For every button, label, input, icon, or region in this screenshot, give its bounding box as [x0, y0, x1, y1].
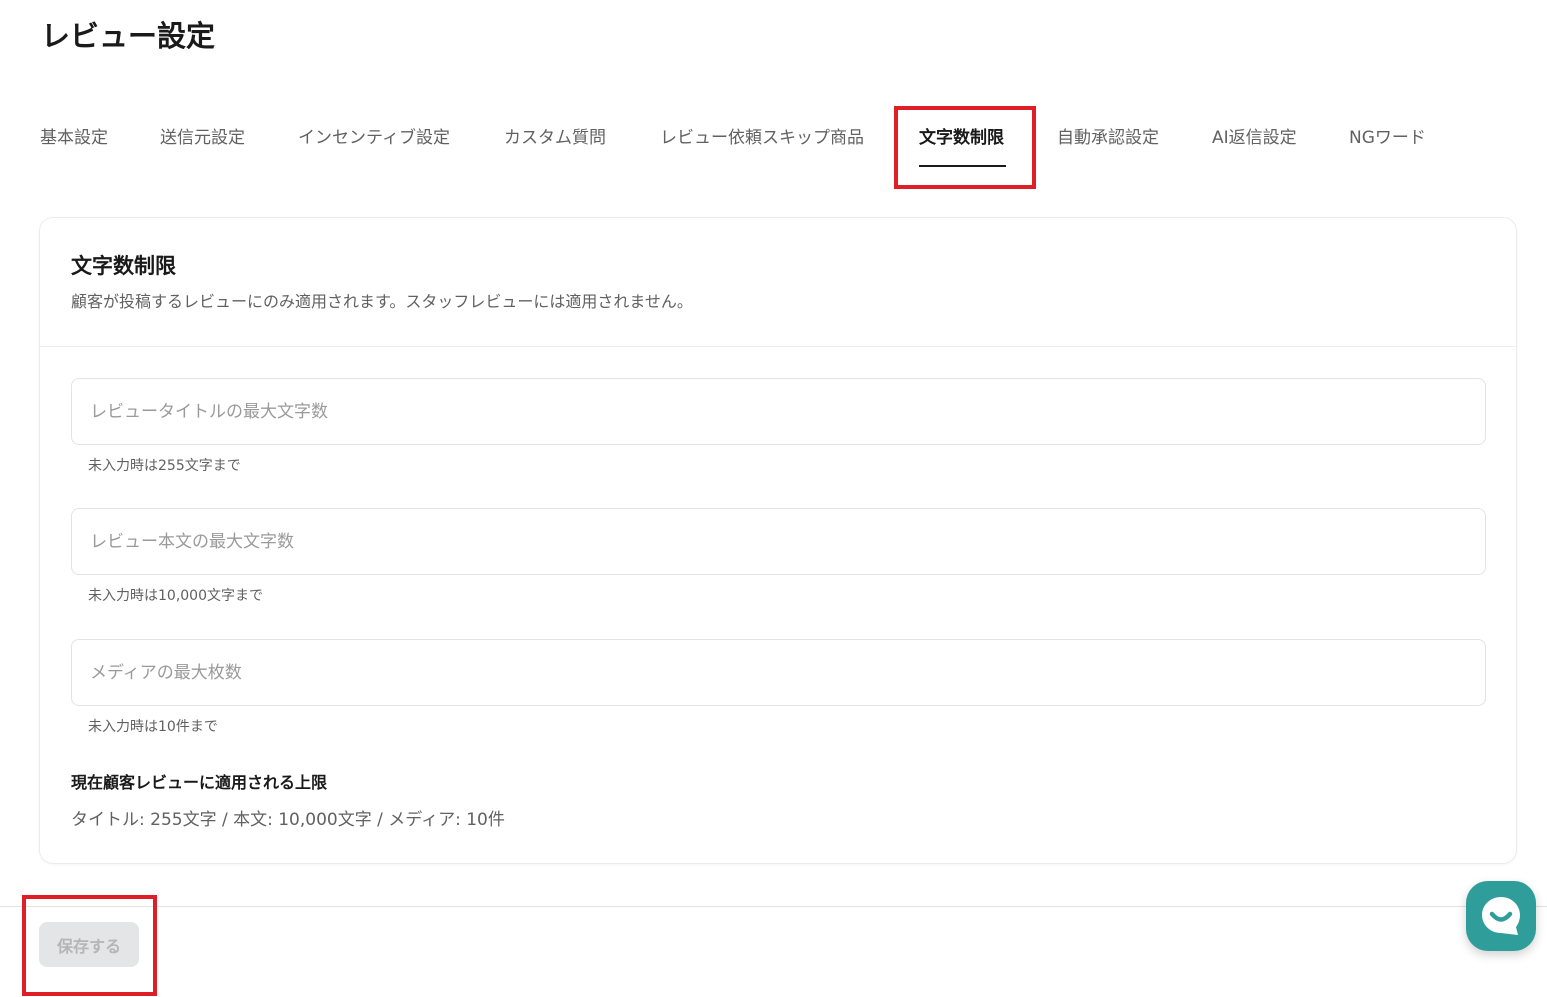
- card-divider: [40, 346, 1516, 347]
- page-title: レビュー設定: [41, 19, 216, 53]
- title-max-length-input[interactable]: [72, 379, 1485, 444]
- settings-tabs: 基本設定 送信元設定 インセンティブ設定 カスタム質問 レビュー依頼スキップ商品…: [0, 106, 1547, 190]
- review-settings-page: レビュー設定 基本設定 送信元設定 インセンティブ設定 カスタム質問 レビュー依…: [0, 0, 1547, 997]
- title-max-length-field[interactable]: [71, 378, 1486, 445]
- current-limits-heading: 現在顧客レビューに適用される上限: [71, 773, 328, 792]
- tab-skip-products[interactable]: レビュー依頼スキップ商品: [660, 126, 864, 150]
- tab-custom-questions[interactable]: カスタム質問: [504, 126, 606, 150]
- body-max-length-input[interactable]: [72, 509, 1485, 574]
- chat-bubble-smile-icon: [1482, 897, 1520, 935]
- tab-auto-approval[interactable]: 自動承認設定: [1057, 126, 1159, 150]
- body-max-length-field[interactable]: [71, 508, 1486, 575]
- tab-basic-settings[interactable]: 基本設定: [40, 126, 108, 150]
- media-max-count-help: 未入力時は10件まで: [88, 719, 218, 735]
- tab-incentive-settings[interactable]: インセンティブ設定: [298, 126, 450, 150]
- tab-ng-words[interactable]: NGワード: [1349, 126, 1426, 150]
- tab-sender-settings[interactable]: 送信元設定: [160, 126, 245, 150]
- tab-ai-reply[interactable]: AI返信設定: [1212, 126, 1297, 150]
- media-max-count-field[interactable]: [71, 639, 1486, 706]
- card-title: 文字数制限: [71, 254, 176, 278]
- current-limits-value: タイトル: 255文字 / 本文: 10,000文字 / メディア: 10件: [71, 810, 505, 830]
- footer-divider: [0, 906, 1547, 907]
- active-tab-underline: [919, 165, 1006, 167]
- title-max-length-help: 未入力時は255文字まで: [88, 458, 241, 474]
- character-limit-card: 文字数制限 顧客が投稿するレビューにのみ適用されます。スタッフレビューには適用さ…: [39, 217, 1517, 864]
- body-max-length-help: 未入力時は10,000文字まで: [88, 588, 263, 604]
- chat-support-button[interactable]: [1466, 881, 1536, 951]
- save-button[interactable]: 保存する: [39, 922, 139, 967]
- tab-character-limits[interactable]: 文字数制限: [919, 126, 1004, 150]
- card-description: 顧客が投稿するレビューにのみ適用されます。スタッフレビューには適用されません。: [71, 292, 693, 311]
- media-max-count-input[interactable]: [72, 640, 1485, 705]
